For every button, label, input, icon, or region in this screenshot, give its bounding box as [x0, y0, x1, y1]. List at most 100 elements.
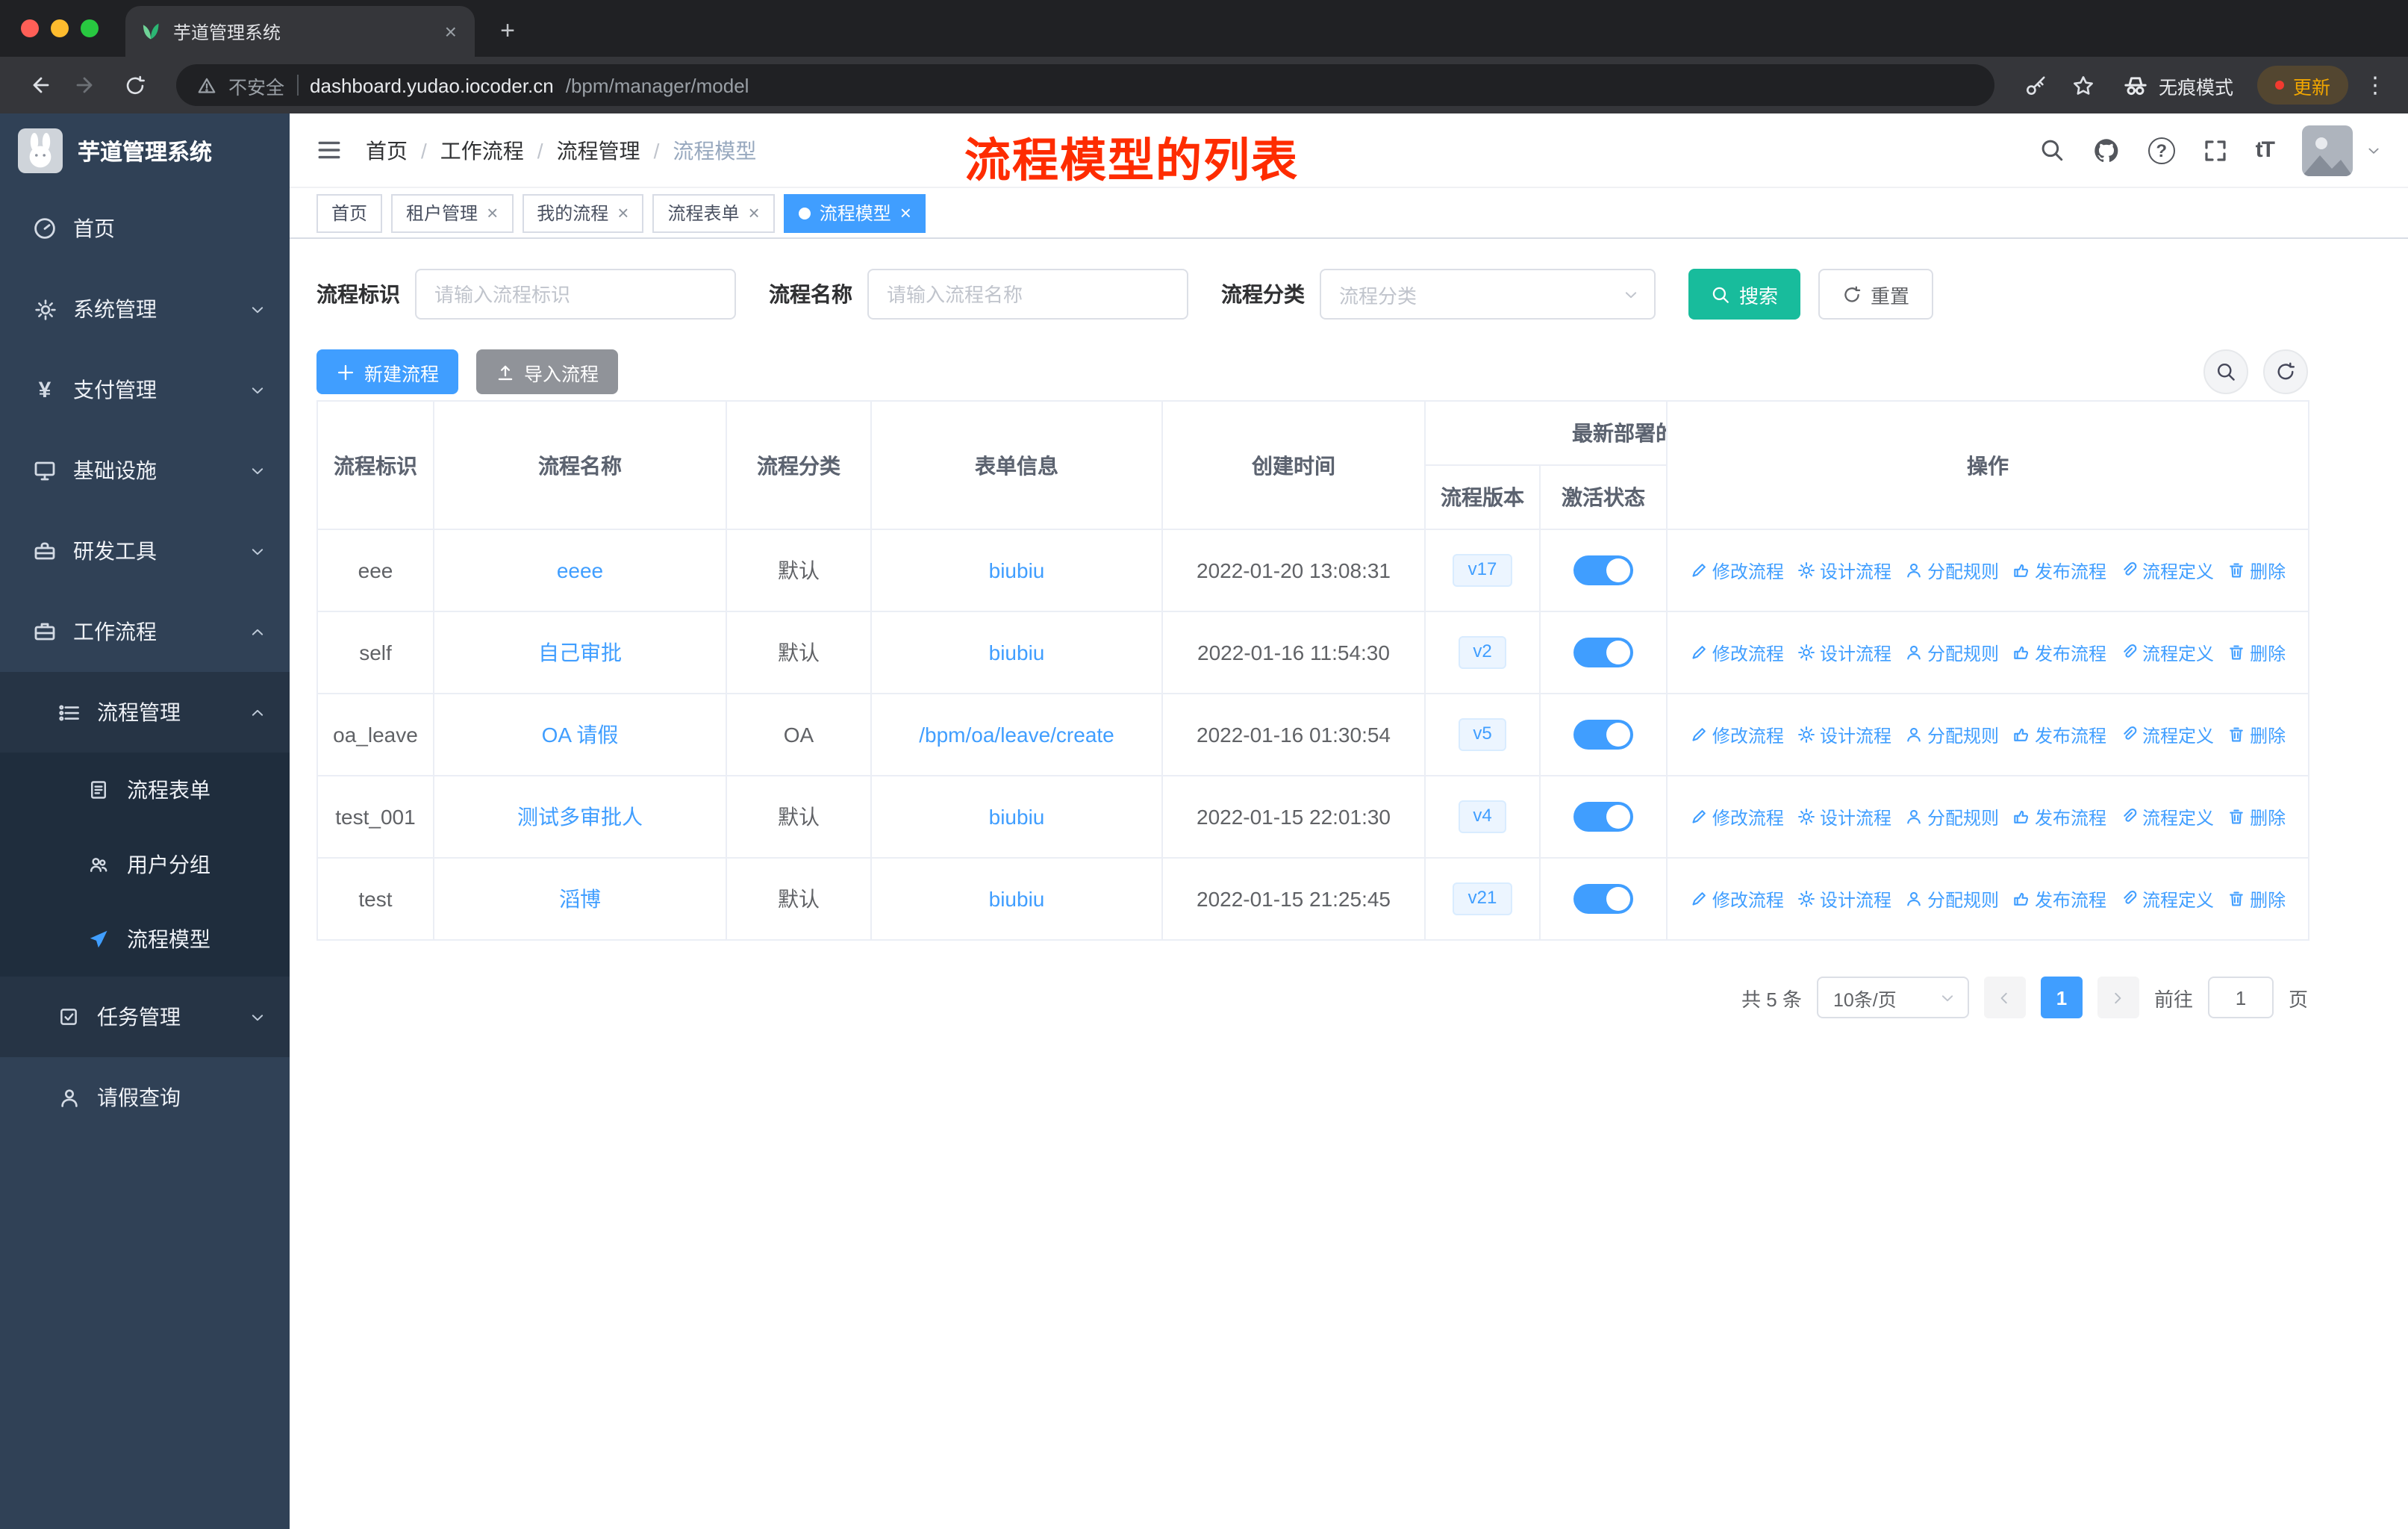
model-name-link[interactable]: eeee — [557, 558, 603, 582]
action-edit-model[interactable]: 修改流程 — [1690, 886, 1784, 912]
close-icon[interactable]: × — [617, 203, 628, 222]
avatar[interactable] — [2302, 125, 2353, 175]
tag-process-model[interactable]: 流程模型 × — [783, 193, 926, 232]
action-edit-model[interactable]: 修改流程 — [1690, 640, 1784, 665]
action-design-model[interactable]: 设计流程 — [1797, 558, 1891, 583]
font-size-icon[interactable]: tT — [2256, 137, 2275, 163]
action-process-definition[interactable]: 流程定义 — [2120, 722, 2214, 747]
action-assign-rule[interactable]: 分配规则 — [1905, 640, 1999, 665]
help-icon[interactable]: ? — [2147, 137, 2175, 164]
status-toggle[interactable] — [1573, 555, 1633, 585]
github-icon[interactable] — [2093, 137, 2120, 164]
next-page-button[interactable] — [2097, 977, 2139, 1018]
prev-page-button[interactable] — [1983, 977, 2026, 1018]
tag-home[interactable]: 首页 — [316, 193, 383, 232]
address-bar[interactable]: 不安全 dashboard.yudao.iocoder.cn/bpm/manag… — [176, 64, 1994, 106]
new-tab-button[interactable]: + — [487, 9, 528, 54]
app-logo[interactable]: 芋道管理系统 — [0, 113, 290, 188]
close-window-button[interactable] — [21, 19, 39, 37]
sidebar-item-leave-query[interactable]: 请假查询 — [0, 1057, 290, 1138]
back-button[interactable] — [18, 64, 60, 106]
sidebar-item-payment[interactable]: ¥ 支付管理 — [0, 349, 290, 430]
sidebar-item-infra[interactable]: 基础设施 — [0, 430, 290, 511]
sidebar-item-process-mgmt[interactable]: 流程管理 — [0, 672, 290, 753]
action-publish-model[interactable]: 发布流程 — [2012, 722, 2106, 747]
status-toggle[interactable] — [1573, 802, 1633, 832]
breadcrumb-home[interactable]: 首页 — [366, 135, 408, 165]
sidebar-item-workflow[interactable]: 工作流程 — [0, 591, 290, 672]
action-process-definition[interactable]: 流程定义 — [2120, 640, 2214, 665]
refresh-table-button[interactable] — [2263, 349, 2308, 394]
zoom-window-button[interactable] — [81, 19, 99, 37]
import-model-button[interactable]: 导入流程 — [476, 349, 619, 394]
model-form-link[interactable]: /bpm/oa/leave/create — [919, 723, 1114, 747]
action-edit-model[interactable]: 修改流程 — [1690, 558, 1784, 583]
process-key-input[interactable] — [415, 269, 736, 320]
action-publish-model[interactable]: 发布流程 — [2012, 886, 2106, 912]
sidebar-item-process-model[interactable]: 流程模型 — [0, 902, 290, 977]
model-form-link[interactable]: biubiu — [989, 887, 1045, 911]
action-delete-model[interactable]: 删除 — [2227, 886, 2286, 912]
process-category-select[interactable]: 流程分类 — [1320, 269, 1656, 320]
breadcrumb-process-mgmt[interactable]: 流程管理 — [557, 135, 640, 165]
action-assign-rule[interactable]: 分配规则 — [1905, 886, 1999, 912]
password-key-icon[interactable] — [2015, 64, 2057, 106]
sidebar-item-task-mgmt[interactable]: 任务管理 — [0, 977, 290, 1057]
action-process-definition[interactable]: 流程定义 — [2120, 804, 2214, 829]
browser-tab[interactable]: 芋道管理系统 × — [125, 6, 475, 57]
sidebar-toggle-icon[interactable] — [316, 137, 342, 163]
status-toggle[interactable] — [1573, 884, 1633, 914]
action-publish-model[interactable]: 发布流程 — [2012, 558, 2106, 583]
tab-close-icon[interactable]: × — [442, 19, 460, 43]
model-name-link[interactable]: 自己审批 — [538, 641, 622, 664]
reload-button[interactable] — [113, 64, 155, 106]
action-delete-model[interactable]: 删除 — [2227, 640, 2286, 665]
action-design-model[interactable]: 设计流程 — [1797, 640, 1891, 665]
action-design-model[interactable]: 设计流程 — [1797, 886, 1891, 912]
sidebar-item-process-form[interactable]: 流程表单 — [0, 753, 290, 827]
status-toggle[interactable] — [1573, 720, 1633, 750]
sidebar-item-devtools[interactable]: 研发工具 — [0, 511, 290, 591]
sidebar-item-system[interactable]: 系统管理 — [0, 269, 290, 349]
action-process-definition[interactable]: 流程定义 — [2120, 886, 2214, 912]
close-icon[interactable]: × — [487, 203, 498, 222]
tag-my-process[interactable]: 我的流程 × — [522, 193, 644, 232]
action-publish-model[interactable]: 发布流程 — [2012, 640, 2106, 665]
update-button[interactable]: 更新 — [2256, 66, 2348, 105]
close-icon[interactable]: × — [900, 203, 911, 222]
page-size-select[interactable]: 10条/页 — [1816, 977, 1969, 1018]
forward-button[interactable] — [66, 64, 107, 106]
goto-page-input[interactable] — [2207, 977, 2274, 1018]
model-form-link[interactable]: biubiu — [989, 641, 1045, 664]
create-model-button[interactable]: 新建流程 — [316, 349, 459, 394]
action-assign-rule[interactable]: 分配规则 — [1905, 804, 1999, 829]
breadcrumb-workflow[interactable]: 工作流程 — [440, 135, 524, 165]
model-name-link[interactable]: OA 请假 — [542, 723, 619, 747]
action-delete-model[interactable]: 删除 — [2227, 804, 2286, 829]
action-delete-model[interactable]: 删除 — [2227, 558, 2286, 583]
search-button[interactable]: 搜索 — [1688, 269, 1801, 320]
model-form-link[interactable]: biubiu — [989, 558, 1045, 582]
toggle-search-button[interactable] — [2203, 349, 2248, 394]
bookmark-star-icon[interactable] — [2063, 64, 2105, 106]
header-search-icon[interactable] — [2039, 137, 2065, 163]
tag-tenant[interactable]: 租户管理 × — [391, 193, 514, 232]
action-assign-rule[interactable]: 分配规则 — [1905, 558, 1999, 583]
sidebar-item-user-group[interactable]: 用户分组 — [0, 827, 290, 902]
action-delete-model[interactable]: 删除 — [2227, 722, 2286, 747]
action-publish-model[interactable]: 发布流程 — [2012, 804, 2106, 829]
action-design-model[interactable]: 设计流程 — [1797, 804, 1891, 829]
action-process-definition[interactable]: 流程定义 — [2120, 558, 2214, 583]
reset-button[interactable]: 重置 — [1818, 269, 1934, 320]
status-toggle[interactable] — [1573, 638, 1633, 667]
browser-menu-icon[interactable]: ⋮ — [2360, 72, 2390, 99]
current-page-button[interactable]: 1 — [2040, 977, 2083, 1018]
action-edit-model[interactable]: 修改流程 — [1690, 804, 1784, 829]
action-design-model[interactable]: 设计流程 — [1797, 722, 1891, 747]
minimize-window-button[interactable] — [51, 19, 69, 37]
fullscreen-icon[interactable] — [2203, 138, 2227, 162]
action-edit-model[interactable]: 修改流程 — [1690, 722, 1784, 747]
model-form-link[interactable]: biubiu — [989, 805, 1045, 829]
model-name-link[interactable]: 滔博 — [559, 887, 601, 911]
tag-process-form[interactable]: 流程表单 × — [652, 193, 775, 232]
